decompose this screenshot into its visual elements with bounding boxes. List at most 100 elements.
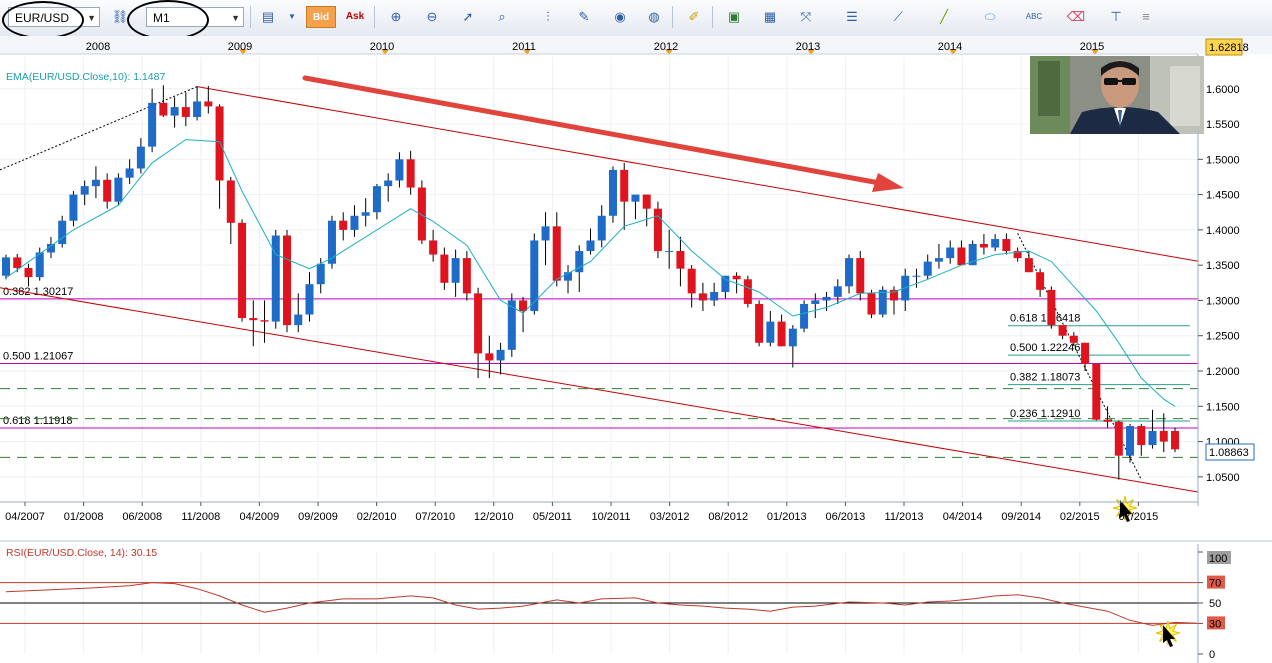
price-tick-label: 1.4000 <box>1206 225 1240 237</box>
candle-bull <box>496 349 505 361</box>
separator <box>250 6 251 28</box>
candle-bull <box>58 220 67 244</box>
tree-icon[interactable]: ⊤ <box>1104 6 1128 28</box>
candle-bear <box>462 258 471 294</box>
zoom-in-icon[interactable]: ⊕ <box>384 6 408 28</box>
candle-bull <box>833 286 842 297</box>
candle-bull <box>934 258 943 262</box>
candle-bull <box>710 291 719 301</box>
bid-button[interactable]: Bid <box>306 6 336 28</box>
fib-retrace-label: 0.382 1.18073 <box>1010 372 1080 384</box>
time-tick-label: 02/2010 <box>357 511 397 523</box>
cursor-icon[interactable]: ➚ <box>456 6 480 28</box>
candle-bear <box>226 180 235 223</box>
ellipse-icon[interactable]: ⬭ <box>978 6 1002 28</box>
time-tick-label: 07/2015 <box>1119 511 1159 523</box>
price-axis[interactable]: 1.05001.10001.15001.20001.25001.30001.35… <box>1197 54 1272 540</box>
time-tick-label: 01/2008 <box>64 511 104 523</box>
candle-bull <box>316 263 325 285</box>
time-tick-label: 11/2008 <box>181 511 220 523</box>
candle-bear <box>1159 430 1168 442</box>
fib-retrace-label: 0.618 1.26418 <box>1010 313 1080 325</box>
chevron-down-icon: ▼ <box>231 13 240 23</box>
price-tick-label: 1.3000 <box>1206 295 1240 307</box>
text-icon[interactable]: ABC <box>1022 6 1046 28</box>
candle-bear <box>159 102 168 116</box>
candle-bear <box>103 179 112 202</box>
candle-bear <box>429 240 438 255</box>
price-tick-label: 1.2000 <box>1206 366 1240 378</box>
separator <box>374 6 375 28</box>
candle-bull <box>361 212 370 216</box>
candle-bull <box>597 215 606 241</box>
price-tick-label: 1.5000 <box>1206 154 1240 166</box>
price-tick-label: 1.2500 <box>1206 331 1240 343</box>
year-label: 2011 <box>512 41 536 53</box>
candle-bull <box>69 194 78 221</box>
toolbar: EUR/USD ▼ ⛓ M1 ▼ ▤ ▼ Bid Ask ⊕ ⊖ ➚ ⌕ ⫶ ✎… <box>0 0 1272 40</box>
candle-bear <box>1002 239 1011 252</box>
fib-retrace-label: 0.236 1.12910 <box>1010 408 1080 420</box>
candle-bull <box>80 186 89 195</box>
candle-bull <box>1148 430 1157 446</box>
highlight-circle <box>127 0 209 40</box>
candle-bull <box>766 321 775 343</box>
fib-level-label: 0.382 1.30217 <box>3 286 73 298</box>
time-tick-label: 05/2011 <box>533 511 572 523</box>
candle-bear <box>867 293 876 315</box>
candle-bear <box>642 194 651 209</box>
eye-icon[interactable]: ◉ <box>608 6 632 28</box>
candle-bull <box>193 101 202 117</box>
candle-bear <box>1081 342 1090 364</box>
year-axis: 2008 2009 2010 2011 2012 2013 2014 2015 <box>0 36 1272 55</box>
time-tick-label: 04/2014 <box>943 511 983 523</box>
candle-bull <box>294 314 303 326</box>
price-tick-label: 1.3500 <box>1206 260 1240 272</box>
time-tick-label: 08/2012 <box>708 511 748 523</box>
time-tick-label: 06/2008 <box>122 511 162 523</box>
trendline-icon[interactable]: ╱ <box>932 6 956 28</box>
menu-icon[interactable]: ≡ <box>1134 6 1158 28</box>
candle-bear <box>856 258 865 294</box>
candle-bear <box>1171 430 1179 450</box>
zoom-out-icon[interactable]: ⊖ <box>420 6 444 28</box>
ask-button[interactable]: Ask <box>342 6 368 28</box>
current-price-label: 1.08863 <box>1209 447 1249 459</box>
image-icon[interactable]: ▣ <box>722 6 746 28</box>
price-tick-label: 1.1500 <box>1206 401 1240 413</box>
candle-bear <box>440 254 449 283</box>
arrows-icon[interactable]: ⤧ <box>794 6 818 28</box>
bar-chart-icon[interactable]: ▤ <box>256 6 280 28</box>
period-separator-icon[interactable]: ⫶ <box>536 6 560 28</box>
candle-bull <box>586 240 595 252</box>
candle-bear <box>979 243 988 248</box>
price-tick-label: 1.6000 <box>1206 84 1240 96</box>
candle-bear <box>1092 363 1101 420</box>
candle-bull <box>125 168 134 178</box>
edit-icon[interactable]: ✎ <box>572 6 596 28</box>
candle-bear <box>474 293 483 354</box>
candle-bear <box>181 107 190 117</box>
fan-icon[interactable]: ⟋ <box>886 6 910 28</box>
rsi-background <box>0 540 1272 663</box>
candle-bear <box>485 353 494 361</box>
candle-bull <box>946 247 955 259</box>
year-label: 2008 <box>86 41 110 53</box>
candle-bull <box>395 159 404 181</box>
chevron-down-icon[interactable]: ▼ <box>280 6 304 28</box>
candle-bear <box>215 106 224 181</box>
template-icon[interactable]: ▦ <box>758 6 782 28</box>
rsi-tick-label: 30 <box>1209 618 1221 630</box>
ruler-icon[interactable]: ✐ <box>682 6 706 28</box>
crosshair-icon[interactable]: ⌕ <box>490 6 514 28</box>
rsi-tick-label: 70 <box>1209 578 1221 590</box>
candle-bear <box>1103 419 1112 422</box>
eraser-icon[interactable]: ⌫ <box>1064 6 1088 28</box>
candle-bull <box>372 186 381 213</box>
candle-bull <box>788 328 797 347</box>
globe-icon[interactable]: ◍ <box>642 6 666 28</box>
candle-bear <box>1114 421 1123 456</box>
candle-bear <box>620 169 629 202</box>
candle-bull <box>878 289 887 315</box>
horizontal-lines-icon[interactable]: ☰ <box>840 6 864 28</box>
